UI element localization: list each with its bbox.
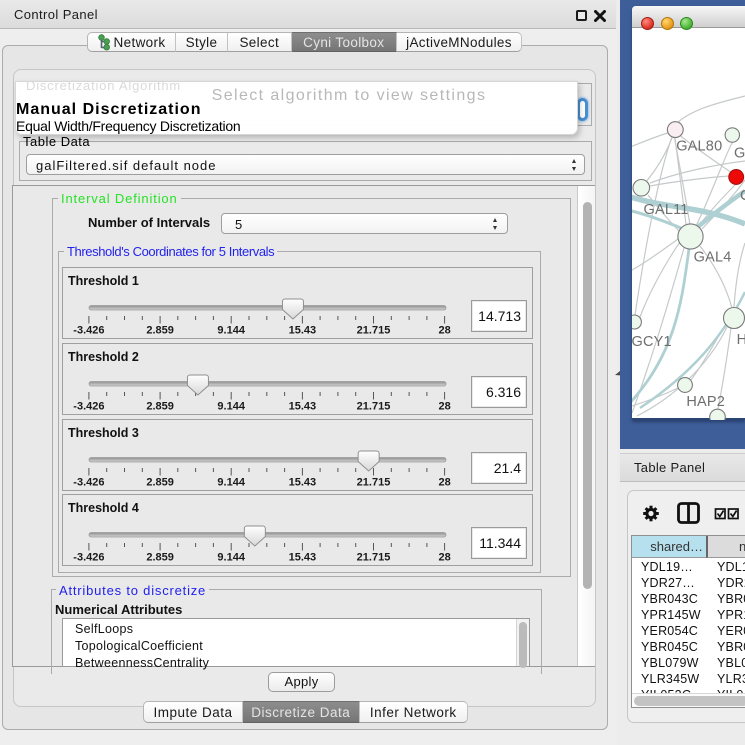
svg-text:9.144: 9.144 <box>217 552 245 564</box>
svg-text:28: 28 <box>438 477 450 489</box>
svg-text:21.715: 21.715 <box>357 325 391 337</box>
svg-text:21.715: 21.715 <box>357 477 391 489</box>
svg-text:GAL80: GAL80 <box>676 139 722 155</box>
svg-text:9.144: 9.144 <box>217 477 245 489</box>
svg-text:-3.426: -3.426 <box>73 401 104 413</box>
svg-text:9.144: 9.144 <box>217 401 245 413</box>
svg-text:-3.426: -3.426 <box>73 325 104 337</box>
svg-text:H: H <box>737 332 745 348</box>
svg-text:GAL11: GAL11 <box>644 202 689 218</box>
svg-text:GA: GA <box>734 146 745 162</box>
svg-text:15.43: 15.43 <box>289 401 317 413</box>
svg-text:28: 28 <box>438 325 450 337</box>
svg-text:15.43: 15.43 <box>289 325 317 337</box>
svg-text:-3.426: -3.426 <box>73 552 104 564</box>
svg-text:2.859: 2.859 <box>146 552 174 564</box>
svg-text:2.859: 2.859 <box>146 477 174 489</box>
svg-text:15.43: 15.43 <box>289 552 317 564</box>
svg-text:HAP2: HAP2 <box>686 394 725 410</box>
svg-text:21.715: 21.715 <box>357 552 391 564</box>
svg-text:2.859: 2.859 <box>146 325 174 337</box>
svg-text:C: C <box>740 188 745 204</box>
svg-text:28: 28 <box>438 552 450 564</box>
svg-text:GCY1: GCY1 <box>632 334 672 350</box>
svg-text:2.859: 2.859 <box>146 401 174 413</box>
svg-text:9.144: 9.144 <box>217 325 245 337</box>
svg-text:GAL4: GAL4 <box>694 250 732 266</box>
svg-text:-3.426: -3.426 <box>73 477 104 489</box>
svg-text:15.43: 15.43 <box>289 477 317 489</box>
svg-text:21.715: 21.715 <box>357 401 391 413</box>
svg-text:28: 28 <box>438 401 450 413</box>
